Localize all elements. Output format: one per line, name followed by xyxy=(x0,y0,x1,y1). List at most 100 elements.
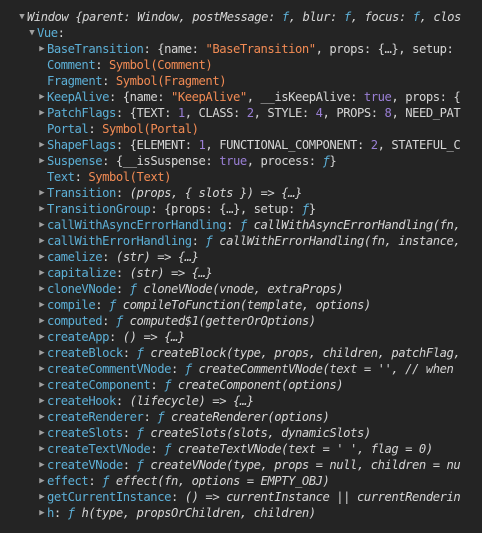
collapsed-triangle-icon[interactable]: ▶ xyxy=(37,425,47,441)
tree-row[interactable]: ▶ computed: ƒ computed$1(getterOrOptions) xyxy=(37,313,316,329)
collapsed-triangle-icon[interactable]: ▶ xyxy=(37,297,47,313)
property-key: compile xyxy=(47,298,96,312)
property-value: Symbol(Comment) xyxy=(109,58,213,72)
collapsed-triangle-icon[interactable]: ▶ xyxy=(37,345,47,361)
property-value: callWithErrorHandling(fn, instance, xyxy=(212,234,461,248)
property-value: "BaseTransition" xyxy=(205,42,316,56)
property-key: createRenderer xyxy=(47,410,144,424)
tree-row[interactable]: ▶ Transition: (props, { slots }) => {…} xyxy=(37,185,302,201)
tree-row: Portal: Symbol(Portal) xyxy=(37,121,199,137)
property-value: createSlots(slots, dynamicSlots) xyxy=(143,426,371,440)
property-value: : xyxy=(150,442,165,456)
collapsed-triangle-icon[interactable]: ▶ xyxy=(37,105,47,121)
tree-row[interactable]: ▶ callWithAsyncErrorHandling: ƒ callWithA… xyxy=(37,217,460,233)
expanded-triangle-icon[interactable]: ▼ xyxy=(17,9,27,25)
tree-row[interactable]: ▶ getCurrentInstance: () => currentInstan… xyxy=(37,489,460,505)
collapsed-triangle-icon[interactable]: ▶ xyxy=(37,217,47,233)
property-value: compileToFunction(template, options) xyxy=(115,298,371,312)
property-key: getCurrentInstance xyxy=(47,490,171,504)
tree-row[interactable]: ▶ PatchFlags: {TEXT: 1, CLASS: 2, STYLE: … xyxy=(37,105,460,121)
tree-row[interactable]: ▶ createHook: (lifecycle) => {…} xyxy=(37,393,254,409)
tree-row[interactable]: ▶ Suspense: {__isSuspense: true, process:… xyxy=(37,153,336,169)
property-value: effect(fn, options = EMPTY_OBJ) xyxy=(109,474,330,488)
collapsed-triangle-icon[interactable]: ▶ xyxy=(37,281,47,297)
property-value: 4 xyxy=(315,106,323,120)
property-value: () => {…} xyxy=(122,330,185,344)
property-key: callWithAsyncErrorHandling xyxy=(47,218,227,232)
collapsed-triangle-icon[interactable]: ▶ xyxy=(37,185,47,201)
tree-row[interactable]: ▶ createComponent: ƒ createComponent(opti… xyxy=(37,377,343,393)
collapsed-triangle-icon[interactable]: ▶ xyxy=(37,89,47,105)
collapsed-triangle-icon[interactable]: ▶ xyxy=(37,473,47,489)
collapsed-triangle-icon[interactable]: ▶ xyxy=(37,249,47,265)
property-value: : {TEXT: xyxy=(115,106,178,120)
collapsed-triangle-icon[interactable]: ▶ xyxy=(37,361,47,377)
property-value: : {name: xyxy=(109,90,171,104)
property-key: createComponent xyxy=(47,378,151,392)
property-value: : xyxy=(88,474,103,488)
property-value: (str) => {…} xyxy=(115,250,199,264)
property-value: : xyxy=(95,58,109,72)
collapsed-triangle-icon[interactable]: ▶ xyxy=(37,137,47,153)
property-value: (props, { slots }) => {…} xyxy=(129,186,303,200)
function-f-icon: ƒ xyxy=(129,282,137,296)
property-key: Vue xyxy=(37,26,58,40)
property-value: cloneVNode(vnode, extraProps) xyxy=(136,282,344,296)
tree-row[interactable]: ▶ createSlots: ƒ createSlots(slots, dynam… xyxy=(37,425,371,441)
tree-row[interactable]: ▶ effect: ƒ effect(fn, options = EMPTY_OB… xyxy=(37,473,330,489)
property-value: , props: { xyxy=(391,90,461,104)
tree-row[interactable]: ▼ Vue: xyxy=(27,25,65,41)
tree-row[interactable]: ▶ createCommentVNode: ƒ createCommentVNod… xyxy=(37,361,454,377)
property-value: : xyxy=(226,218,240,232)
property-key: camelize xyxy=(47,250,103,264)
tree-row[interactable]: ▶ h: ƒ h(type, propsOrChildren, children) xyxy=(37,505,316,521)
tree-row[interactable]: ▶ KeepAlive: {name: "KeepAlive", __isKeep… xyxy=(37,89,460,105)
property-key: createTextVNode xyxy=(47,442,151,456)
property-value: } xyxy=(329,154,337,168)
collapsed-triangle-icon[interactable]: ▶ xyxy=(37,393,47,409)
tree-row[interactable]: ▶ compile: ƒ compileToFunction(template, … xyxy=(37,297,371,313)
collapsed-triangle-icon[interactable]: ▶ xyxy=(37,409,47,425)
collapsed-triangle-icon[interactable]: ▶ xyxy=(37,313,47,329)
property-value: Window xyxy=(27,10,76,24)
property-value: : xyxy=(88,122,103,136)
collapsed-triangle-icon[interactable]: ▶ xyxy=(37,153,47,169)
function-f-icon: ƒ xyxy=(164,378,171,392)
property-key: h xyxy=(47,506,54,520)
tree-row[interactable]: ▶ createApp: () => {…} xyxy=(37,329,185,345)
tree-row[interactable]: ▶ ShapeFlags: {ELEMENT: 1, FUNCTIONAL_COM… xyxy=(37,137,460,153)
property-value: , STATEFUL_C xyxy=(377,138,461,152)
property-value: callWithAsyncErrorHandling(fn, xyxy=(246,218,461,232)
tree-row[interactable]: ▶ createRenderer: ƒ createRenderer(option… xyxy=(37,409,330,425)
property-value: : xyxy=(115,394,130,408)
property-value: , clos xyxy=(419,10,462,24)
property-value: 2 xyxy=(246,106,254,120)
property-key: Text xyxy=(47,170,75,184)
collapsed-triangle-icon[interactable]: ▶ xyxy=(37,201,47,217)
collapsed-triangle-icon[interactable]: ▶ xyxy=(37,457,47,473)
tree-row[interactable]: ▶ callWithErrorHandling: ƒ callWithErrorH… xyxy=(37,233,460,249)
expanded-triangle-icon[interactable]: ▼ xyxy=(27,25,37,41)
tree-row[interactable]: ▶ BaseTransition: {name: "BaseTransition"… xyxy=(37,41,460,57)
tree-row[interactable]: ▶ cloneVNode: ƒ cloneVNode(vnode, extraPr… xyxy=(37,281,343,297)
tree-root-row[interactable]: ▼ Window {parent: Window, postMessage: f,… xyxy=(17,9,461,25)
collapsed-triangle-icon[interactable]: ▶ xyxy=(37,329,47,345)
collapsed-triangle-icon[interactable]: ▶ xyxy=(37,489,47,505)
collapsed-triangle-icon[interactable]: ▶ xyxy=(37,377,47,393)
collapsed-triangle-icon[interactable]: ▶ xyxy=(37,41,47,57)
property-key: callWithErrorHandling xyxy=(47,234,192,248)
tree-row[interactable]: ▶ createTextVNode: ƒ createTextVNode(text… xyxy=(37,441,433,457)
collapsed-triangle-icon[interactable]: ▶ xyxy=(37,505,47,521)
collapsed-triangle-icon[interactable]: ▶ xyxy=(37,233,47,249)
tree-row[interactable]: ▶ capitalize: (str) => {…} xyxy=(37,265,212,281)
tree-row[interactable]: ▶ createBlock: ƒ createBlock(type, props,… xyxy=(37,345,460,361)
tree-row[interactable]: ▶ camelize: (str) => {…} xyxy=(37,249,199,265)
property-value: : xyxy=(150,378,165,392)
property-value: (lifecycle) => {…} xyxy=(129,394,254,408)
tree-row[interactable]: ▶ createVNode: ƒ createVNode(type, props … xyxy=(37,457,460,473)
property-value: createBlock(type, props, children, patch… xyxy=(143,346,461,360)
property-value: true xyxy=(219,154,247,168)
tree-row[interactable]: ▶ TransitionGroup: {props: {…}, setup: ƒ} xyxy=(37,201,316,217)
collapsed-triangle-icon[interactable]: ▶ xyxy=(37,265,47,281)
collapsed-triangle-icon[interactable]: ▶ xyxy=(37,441,47,457)
